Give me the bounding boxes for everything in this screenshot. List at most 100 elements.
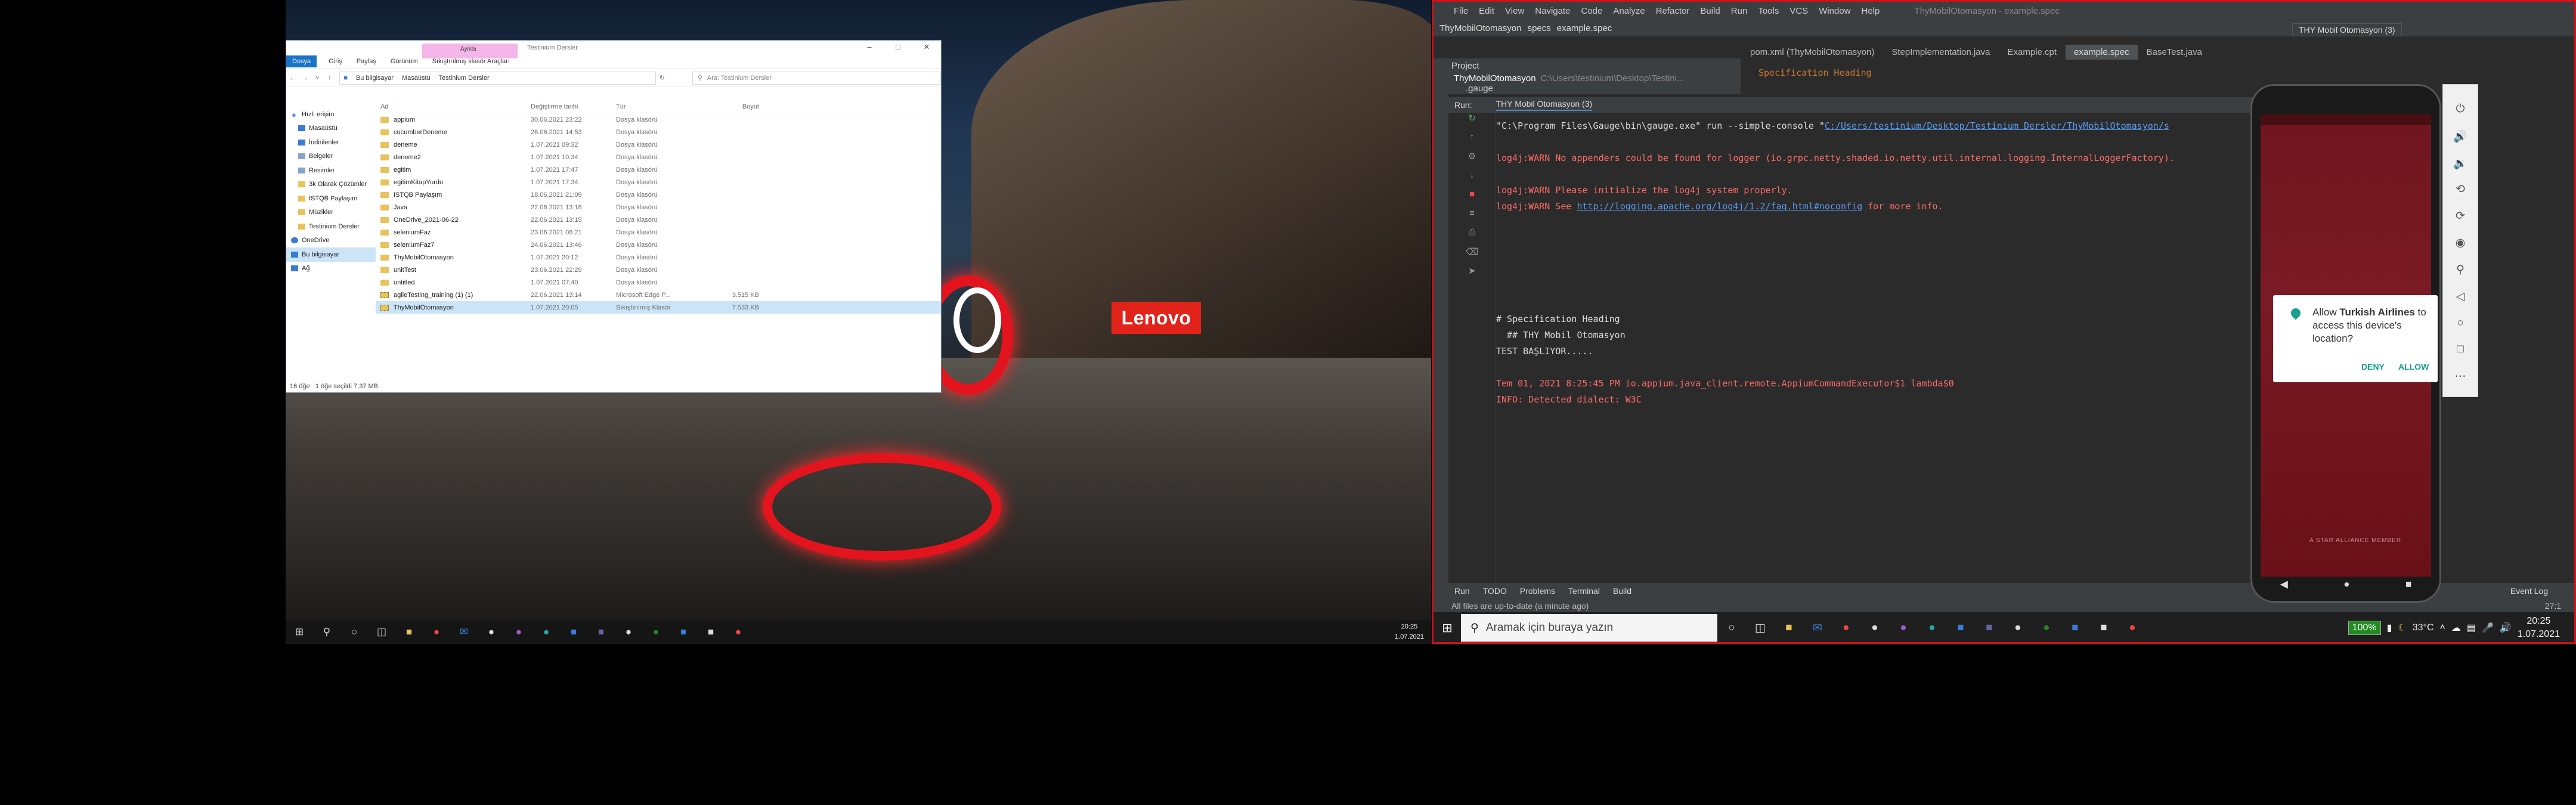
menu-vcs[interactable]: VCS — [1789, 6, 1808, 16]
ribbon-tab-home[interactable]: Giriş — [329, 58, 342, 65]
ribbon-tab-share[interactable]: Paylaş — [357, 58, 376, 65]
nav-item-quick-access[interactable]: ★ Hızlı erişim — [286, 107, 376, 122]
event-log-button[interactable]: Event Log — [2510, 586, 2548, 596]
bottom-tab-run[interactable]: Run — [1454, 586, 1470, 596]
mail-icon[interactable]: ✉ — [450, 620, 478, 644]
cortana-icon[interactable]: ○ — [1717, 612, 1746, 642]
stop-icon[interactable]: ■ — [1448, 189, 1496, 208]
app-icon[interactable]: ● — [2032, 612, 2061, 642]
edge-icon[interactable]: ● — [532, 620, 560, 644]
app-icon[interactable]: ● — [642, 620, 670, 644]
battery-icon[interactable]: ▮ — [2387, 622, 2392, 634]
nav-item-desktop[interactable]: Masaüstü — [286, 122, 376, 136]
breadcrumb-item[interactable]: Masaüstü — [402, 75, 431, 82]
file-row[interactable]: cucumberDeneme 26.06.2021 14:53 Dosya klas… — [376, 126, 941, 138]
file-row[interactable]: unitTest 23.06.2021 22:29 Dosya klasörü — [376, 264, 941, 276]
rerun-icon[interactable]: ↻ — [1448, 113, 1496, 132]
minimize-button[interactable]: – — [855, 41, 884, 54]
tab-stepimplementation[interactable]: StepImplementation.java — [1883, 44, 1999, 60]
zoom-icon[interactable]: ⚲ — [2456, 263, 2464, 290]
volume-up-icon[interactable]: 🔊 — [2453, 129, 2467, 156]
nav-item-istqb[interactable]: ISTQB Paylaşım — [286, 191, 376, 206]
file-row[interactable]: seleniumFaz 23.06.2021 08:21 Dosya klasörü — [376, 226, 941, 239]
down-arrow-icon[interactable]: ↓ — [1448, 170, 1496, 189]
taskbar-search-input[interactable]: ⚲ Aramak için buraya yazın — [1461, 614, 1717, 642]
menu-run[interactable]: Run — [1731, 6, 1748, 16]
file-explorer-icon[interactable]: ■ — [1775, 612, 1803, 642]
run-configuration-select[interactable]: THY Mobil Otomasyon (3) — [2292, 23, 2402, 36]
app-icon[interactable]: ● — [1889, 612, 1918, 642]
volume-down-icon[interactable]: 🔉 — [2453, 156, 2467, 183]
back-arrow-icon[interactable]: ← — [286, 75, 299, 82]
column-header-type[interactable]: Tür — [616, 103, 699, 110]
ribbon-context-tab[interactable]: Ayikla — [422, 44, 518, 58]
teams-icon[interactable]: ■ — [587, 620, 615, 644]
menu-tools[interactable]: Tools — [1758, 6, 1779, 16]
column-header-date[interactable]: Değiştirme tarihi — [531, 103, 616, 110]
taskbar-clock[interactable]: 20:25 1.07.2021 — [1395, 622, 1424, 642]
nav-item-this-pc[interactable]: Bu bilgisayar — [286, 247, 376, 262]
app-icon[interactable]: ■ — [670, 620, 697, 644]
file-row[interactable]: ThyMobilOtomasyon 1.07.2021 20:12 Dosya kl… — [376, 251, 941, 264]
file-row[interactable]: ThyMobilOtomasyon 1.07.2021 20:05 Sıkıştır… — [376, 301, 941, 314]
nav-item-network[interactable]: Ağ — [286, 262, 376, 276]
menu-window[interactable]: Window — [1819, 6, 1850, 16]
refresh-icon[interactable]: ↻ — [656, 74, 668, 82]
task-view-icon[interactable]: ◫ — [1746, 612, 1775, 642]
allow-button[interactable]: ALLOW — [2398, 362, 2429, 371]
deny-button[interactable]: DENY — [2361, 362, 2385, 371]
tab-example-spec[interactable]: example.spec — [2066, 44, 2138, 60]
print-icon[interactable]: ⎙ — [1448, 227, 1496, 246]
explorer-titlebar[interactable]: Ayikla Testinium Dersler – □ ✕ — [286, 41, 941, 58]
caret-position[interactable]: 27:1 — [2545, 601, 2561, 611]
rotate-left-icon[interactable]: ⟲ — [2456, 182, 2465, 209]
file-row[interactable]: ISTQB Paylaşım 18.06.2021 21:09 Dosya klas… — [376, 188, 941, 201]
app-icon[interactable]: ■ — [1946, 612, 1975, 642]
tab-basetest[interactable]: BaseTest.java — [2138, 44, 2211, 60]
app-icon[interactable]: ■ — [2089, 612, 2118, 642]
project-panel-header[interactable]: Project — [1433, 58, 1741, 73]
file-explorer-icon[interactable]: ■ — [395, 620, 423, 644]
nav-item-music[interactable]: Müzikler — [286, 206, 376, 220]
file-row[interactable]: untitled 1.07.2021 07:40 Dosya klasörü — [376, 276, 941, 289]
cloud-icon[interactable]: ☁ — [2451, 622, 2461, 634]
intellij-icon[interactable]: ■ — [2061, 612, 2089, 642]
taskbar-clock[interactable]: 20:25 1.07.2021 — [2518, 615, 2560, 641]
microphone-icon[interactable]: 🎤 — [2482, 622, 2494, 634]
trash-icon[interactable]: ⌫ — [1448, 246, 1496, 265]
app-icon[interactable]: ● — [724, 620, 752, 644]
file-explorer-window[interactable]: Ayikla Testinium Dersler – □ ✕ Dosya Gir… — [286, 40, 942, 393]
address-bar[interactable]: ■ Bu bilgisayar Masaüstü Testinium Dersl… — [339, 71, 656, 85]
rotate-right-icon[interactable]: ⟳ — [2456, 209, 2465, 236]
menu-navigate[interactable]: Navigate — [1535, 6, 1570, 16]
back-icon[interactable]: ◁ — [2456, 290, 2465, 317]
ribbon-tab-file[interactable]: Dosya — [286, 55, 317, 67]
more-icon[interactable]: ⋯ — [2455, 370, 2466, 397]
menu-refactor[interactable]: Refactor — [1656, 6, 1690, 16]
app-icon[interactable]: ● — [1860, 612, 1889, 642]
search-input[interactable]: ⚲ Ara: Testinium Dersler — [692, 71, 941, 85]
file-row[interactable]: Java 22.06.2021 13:18 Dosya klasörü — [376, 201, 941, 213]
soft-wrap-icon[interactable]: ≡ — [1448, 208, 1496, 227]
windows-start-icon[interactable]: ⊞ — [286, 620, 313, 644]
run-console[interactable]: "C:\Program Files\Gauge\bin\gauge.exe" r… — [1496, 118, 2361, 577]
menu-analyze[interactable]: Analyze — [1613, 6, 1645, 16]
mail-icon[interactable]: ✉ — [1803, 612, 1832, 642]
menu-edit[interactable]: Edit — [1479, 6, 1494, 16]
ribbon-tab-compressed-tools[interactable]: Sıkıştırılmış klasör Araçları — [432, 58, 510, 65]
forward-arrow-icon[interactable]: → — [299, 75, 311, 82]
file-row[interactable]: seleniumFaz7 24.06.2021 13:46 Dosya klasör… — [376, 239, 941, 251]
battery-indicator[interactable]: 100% — [2348, 621, 2381, 635]
wrench-icon[interactable]: ⚙ — [1448, 151, 1496, 170]
pin-icon[interactable]: ➤ — [1448, 265, 1496, 284]
menu-file[interactable]: File — [1454, 6, 1468, 16]
menu-build[interactable]: Build — [1700, 6, 1720, 16]
app-icon[interactable]: ● — [505, 620, 532, 644]
temperature[interactable]: 33°C — [2413, 623, 2434, 633]
back-icon[interactable]: ◀ — [2280, 578, 2288, 590]
nav-item-onedrive[interactable]: OneDrive — [286, 234, 376, 248]
column-header-name[interactable]: Ad — [376, 103, 531, 110]
bottom-tab-build[interactable]: Build — [1613, 586, 1631, 596]
weather-icon[interactable]: ☾ — [2398, 622, 2406, 634]
overview-icon[interactable]: □ — [2457, 343, 2463, 370]
